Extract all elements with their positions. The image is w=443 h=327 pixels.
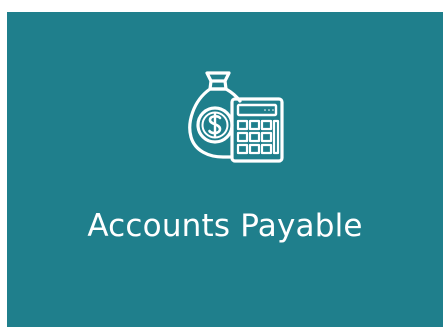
tile-label: Accounts Payable <box>87 208 363 244</box>
money-bag-calculator-icon <box>185 67 289 171</box>
accounts-payable-tile[interactable]: Accounts Payable <box>7 12 443 327</box>
